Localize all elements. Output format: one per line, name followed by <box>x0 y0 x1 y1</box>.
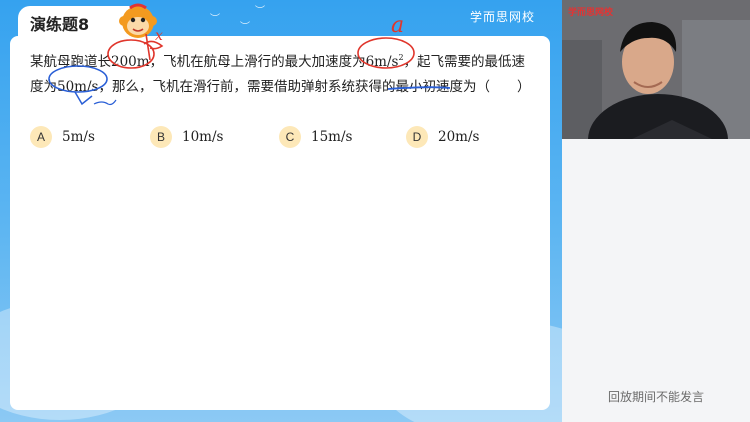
option-c[interactable]: C 15m/s <box>279 125 352 149</box>
lesson-stage: ︶ ︶ ︶ 学而思网校 演练题8 某航母跑道长200m，飞机在航母上滑行的最大加… <box>0 0 562 422</box>
key-phrase: 最小初速度 <box>395 79 463 95</box>
playback-notice: 回放期间不能发言 <box>607 390 704 404</box>
bird-decoration: ︶ <box>255 6 265 17</box>
option-a-badge: A <box>30 126 52 148</box>
page-title: 演练题8 <box>30 15 90 34</box>
teacher-video-frame <box>562 0 750 139</box>
video-watermark: 学而思网校 <box>568 8 614 18</box>
monkey-mascot-icon <box>119 3 157 38</box>
teacher-video: 学而思网校 <box>562 0 750 139</box>
brand-logo: 学而思网校 <box>470 10 536 24</box>
value-acceleration: 6m/s2 <box>365 53 404 70</box>
option-b-badge: B <box>150 126 172 148</box>
bird-decoration: ︶ <box>240 22 250 33</box>
option-d[interactable]: D 20m/s <box>406 125 479 149</box>
ink-label-a: a <box>391 13 404 38</box>
option-c-value: 15m/s <box>311 129 353 145</box>
option-b[interactable]: B 10m/s <box>150 125 223 149</box>
value-velocity: 50m/s <box>57 79 99 95</box>
option-c-badge: C <box>279 126 301 148</box>
option-b-value: 10m/s <box>182 129 224 145</box>
value-distance: 200m <box>111 54 150 70</box>
option-d-value: 20m/s <box>438 129 480 145</box>
right-sidebar: 学而思网校 回放期间不能发言 <box>562 0 750 422</box>
option-d-badge: D <box>406 126 428 148</box>
option-a[interactable]: A 5m/s <box>30 125 95 149</box>
option-a-value: 5m/s <box>62 129 95 145</box>
question-text: 某航母跑道长200m，飞机在航母上滑行的最大加速度为6m/s2，起飞需要的最低速… <box>30 53 531 95</box>
bird-decoration: ︶ <box>210 14 220 25</box>
